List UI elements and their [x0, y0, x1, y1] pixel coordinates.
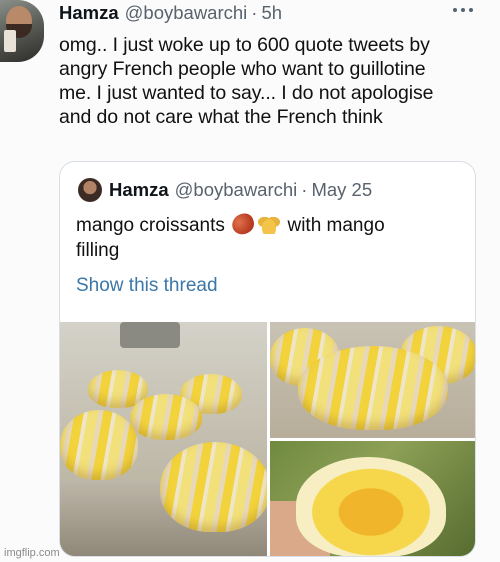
quoted-separator-dot: · [301, 179, 308, 200]
author-handle[interactable]: @boybawarchi [125, 2, 248, 24]
separator-dot: · [251, 2, 258, 23]
quoted-author-name[interactable]: Hamza [109, 179, 169, 201]
quoted-tweet-header: Hamza @boybawarchi · May 25 [109, 178, 372, 202]
croissant-shape [130, 394, 202, 440]
tweet-time[interactable]: 5h [261, 2, 282, 24]
croissant-shape [60, 410, 138, 480]
tweet: Hamza @boybawarchi · 5h omg.. I just wok… [0, 0, 500, 562]
author-name[interactable]: Hamza [59, 2, 119, 24]
cut-croissant-shape [296, 457, 446, 556]
croissants-on-tray-photo[interactable] [60, 322, 267, 556]
more-horizontal-icon[interactable] [453, 6, 473, 14]
quoted-author-handle[interactable]: @boybawarchi [175, 179, 298, 201]
quoted-tweet-text: mango croissants with mango filling [76, 210, 461, 263]
mango-emoji-icon [229, 210, 257, 238]
tweet-header: Hamza @boybawarchi · 5h [59, 2, 282, 24]
croissant-sparkle-emoji-icon [258, 214, 281, 234]
quoted-text-part-2: with mango [287, 215, 385, 236]
jar-shape [120, 322, 180, 348]
croissant-cut-open-photo[interactable] [270, 441, 475, 556]
quoted-text-line-2: filling [76, 240, 120, 261]
croissant-shape [160, 442, 267, 532]
avatar-phone [4, 30, 16, 52]
imgflip-watermark: imgflip.com [4, 547, 60, 559]
quoted-text-part-1: mango croissants [76, 215, 225, 236]
croissant-closeup-photo[interactable] [270, 322, 475, 438]
croissant-shape [298, 346, 448, 430]
author-avatar[interactable] [0, 0, 44, 62]
quoted-tweet[interactable]: Hamza @boybawarchi · May 25 mango croiss… [59, 161, 476, 557]
quoted-author-avatar[interactable] [78, 178, 102, 202]
photo-grid [60, 322, 475, 556]
show-this-thread-link[interactable]: Show this thread [76, 275, 218, 297]
quoted-tweet-date[interactable]: May 25 [311, 179, 372, 201]
tweet-text: omg.. I just woke up to 600 quote tweets… [59, 34, 434, 128]
